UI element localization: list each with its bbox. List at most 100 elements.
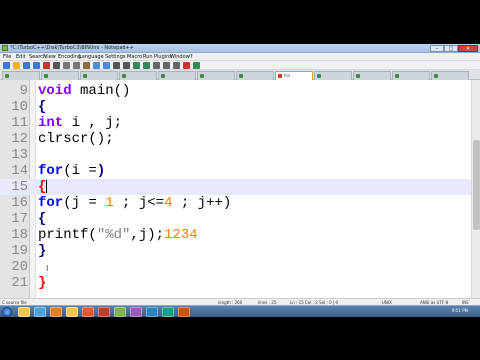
scrollbar-thumb[interactable] [473,140,480,230]
document-tab[interactable] [392,71,430,80]
undo-icon[interactable] [93,62,100,69]
copy-icon[interactable] [73,62,80,69]
code-line[interactable]: 10 { [0,99,480,115]
document-tab[interactable]: hrs [275,71,313,80]
menu-item[interactable]: Window [170,54,190,60]
close-button[interactable]: ✕ [458,45,478,52]
code-line[interactable]: 20 I [0,259,480,275]
document-tab[interactable] [236,71,274,80]
saved-file-icon [317,74,321,78]
paste-icon[interactable] [83,62,90,69]
line-number: 15 [11,179,28,195]
code-line[interactable]: 13 [0,147,480,163]
code-line[interactable]: 12 clrscr(); [0,131,480,147]
code-token: } [38,275,47,291]
document-tab[interactable] [119,71,157,80]
code-text: } [38,243,46,259]
saved-file-icon [161,74,165,78]
line-number: 11 [11,115,28,131]
menu-item[interactable]: ? [190,54,193,60]
start-button[interactable] [2,307,12,317]
line-number: 17 [11,211,28,227]
code-line[interactable]: 21} [0,275,480,291]
code-line[interactable]: 14 for(i =) [0,163,480,179]
media-player-icon[interactable] [50,307,62,317]
print-icon[interactable] [53,62,60,69]
indent-guide-icon[interactable] [173,62,180,69]
open-file-icon[interactable] [13,62,20,69]
document-tab[interactable] [2,71,40,80]
saved-file-icon [200,74,204,78]
app-icon[interactable] [162,307,174,317]
document-tab[interactable] [80,71,118,80]
menu-item[interactable]: File [3,54,11,60]
menu-item[interactable]: Settings [105,54,126,60]
line-number: 12 [11,131,28,147]
code-token: for [38,163,64,179]
save-icon[interactable] [23,62,30,69]
document-tab[interactable] [197,71,235,80]
menu-item[interactable]: Edit [16,54,26,60]
document-tab[interactable] [41,71,79,80]
macro-record-icon[interactable] [183,62,190,69]
code-token: printf( [38,227,97,243]
code-token: { [38,99,47,115]
code-line[interactable]: 15{ [0,179,480,195]
menu-item[interactable]: Encoding [58,54,81,60]
app-icon[interactable] [130,307,142,317]
document-tab[interactable] [353,71,391,80]
maximize-button[interactable]: □ [444,45,458,52]
zoom-out-icon[interactable] [143,62,150,69]
code-editor[interactable]: 9 void main() 10 {11 int i , j; 12 clrscr(); 13… [0,80,480,298]
wrap-icon[interactable] [163,62,170,69]
code-line[interactable]: 19} [0,243,480,259]
menu-item[interactable]: Macro [127,54,142,60]
code-text: printf("%d",j);1234 [38,227,198,243]
video-letterbox-bottom [0,317,480,360]
menu-item[interactable]: Language [79,54,104,60]
macro-play-icon[interactable] [193,62,200,69]
code-line[interactable]: 16 for(j = 1 ; j<=4 ; j++) [0,195,480,211]
code-token: ) [96,163,106,179]
firefox-icon[interactable] [82,307,94,317]
tab-bar: hrs [0,70,480,80]
find-icon[interactable] [113,62,120,69]
folder-icon[interactable] [66,307,78,317]
zoom-in-icon[interactable] [133,62,140,69]
menu-item[interactable]: View [44,54,56,60]
explorer-icon[interactable] [18,307,30,317]
code-token: for [38,195,64,211]
recorder-icon[interactable] [98,307,110,317]
app-icon[interactable] [178,307,190,317]
save-all-icon[interactable] [33,62,40,69]
vertical-scrollbar[interactable] [471,80,480,298]
windows-taskbar: 9:51 PM [0,305,480,317]
code-token: (j = [63,195,106,211]
taskbar-clock[interactable]: 9:51 PM [452,308,468,313]
line-number: 14 [11,163,28,179]
redo-icon[interactable] [103,62,110,69]
code-token: ; j++) [172,195,232,211]
replace-icon[interactable] [123,62,130,69]
new-file-icon[interactable] [3,62,10,69]
saved-file-icon [395,74,399,78]
code-line[interactable]: 18 printf("%d",j);1234 [0,227,480,243]
cut-icon[interactable] [63,62,70,69]
sync-icon[interactable] [153,62,160,69]
document-tab[interactable] [158,71,196,80]
notepadpp-icon[interactable] [114,307,126,317]
code-line[interactable]: 11 int i , j; [0,115,480,131]
app-icon[interactable] [146,307,158,317]
close-icon[interactable] [43,62,50,69]
code-line[interactable]: 9 void main() [0,83,480,99]
minimize-button[interactable]: – [430,45,444,52]
code-text: clrscr(); [38,131,114,147]
code-text: for(i =) [38,163,105,179]
menu-item[interactable]: Run [143,54,153,60]
document-tab[interactable] [431,71,469,80]
code-line[interactable]: 17 { [0,211,480,227]
code-token: "%d" [96,227,131,243]
document-tab[interactable] [314,71,352,80]
browser-icon[interactable] [34,307,46,317]
line-number: 21 [11,275,28,291]
